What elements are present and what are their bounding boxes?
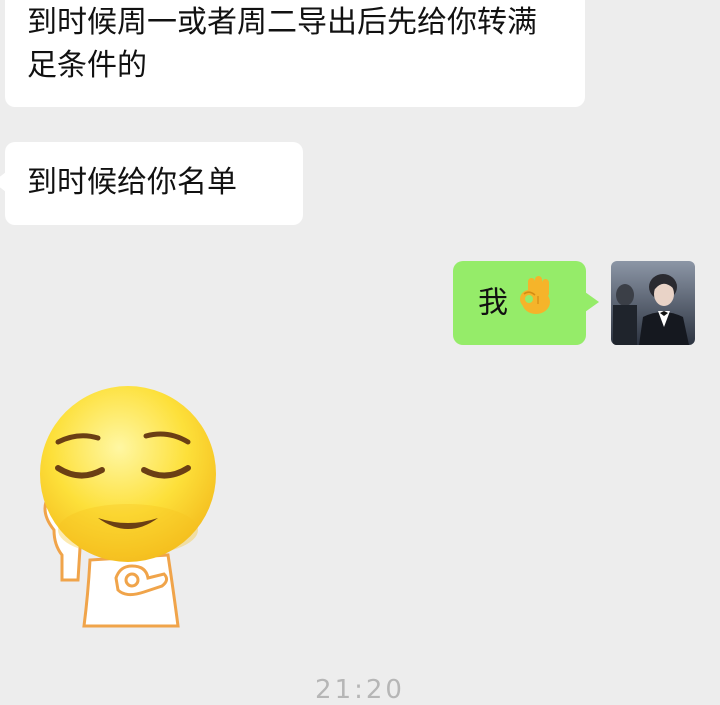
avatar[interactable] (611, 261, 695, 345)
message-text: 到时候给你名单 (27, 165, 237, 200)
message-bubble-outgoing[interactable]: 我 (453, 261, 599, 345)
ok-hand-emoji-icon (514, 274, 554, 328)
smiling-face-ok-gesture-sticker[interactable] (28, 380, 228, 630)
message-bubble-incoming[interactable]: 到时候周一或者周二导出后先给你转满足条件的 (5, 0, 585, 107)
chat-message-list[interactable]: 到时候周一或者周二导出后先给你转满足条件的 到时候给你名单 我 21:20 (0, 0, 720, 705)
message-text: 到时候周一或者周二导出后先给你转满足条件的 (27, 5, 537, 83)
chat-timestamp: 21:20 (315, 675, 405, 705)
message-text: 我 (478, 285, 508, 321)
message-bubble-incoming[interactable]: 到时候给你名单 (0, 142, 303, 225)
